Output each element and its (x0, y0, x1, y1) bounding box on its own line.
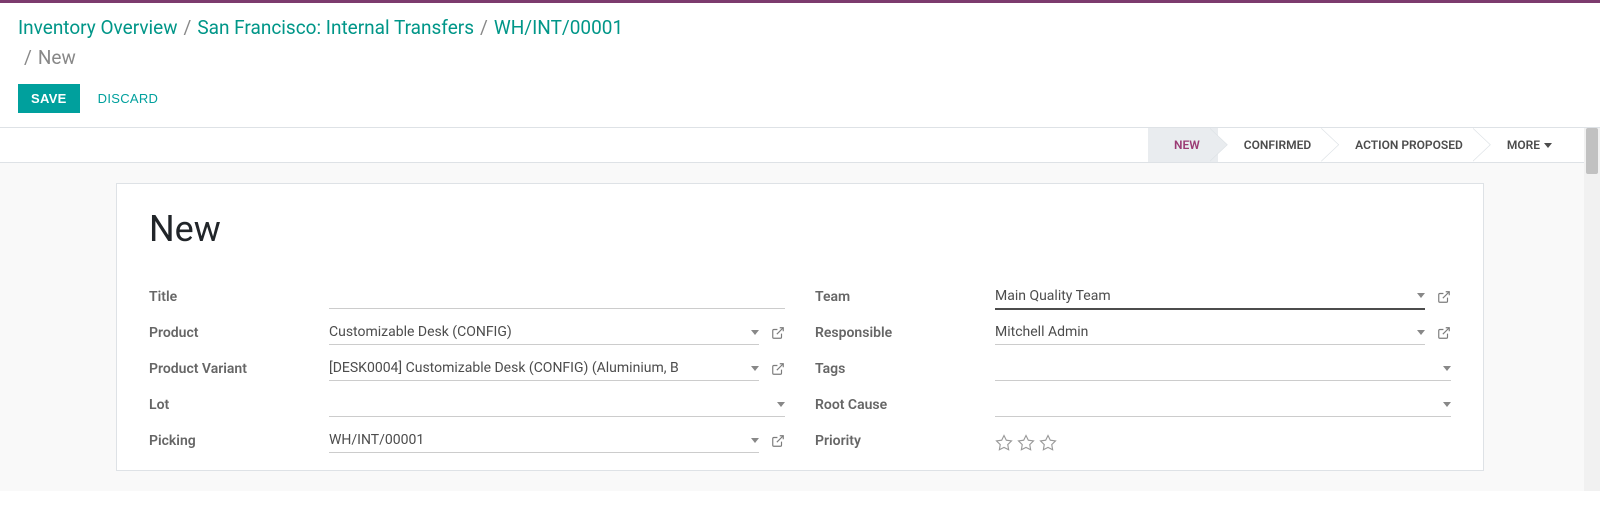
chevron-down-icon[interactable] (1417, 330, 1425, 335)
field-lot[interactable] (329, 392, 785, 417)
input-lot[interactable] (329, 396, 771, 412)
field-responsible[interactable] (995, 320, 1425, 345)
input-tags[interactable] (995, 360, 1437, 376)
row-product: Product (149, 316, 785, 350)
label-team: Team (815, 289, 995, 305)
scrollbar-thumb[interactable] (1586, 128, 1598, 174)
external-link-icon[interactable] (1437, 326, 1451, 340)
input-root-cause[interactable] (995, 396, 1437, 412)
external-link-icon[interactable] (771, 362, 785, 376)
input-variant[interactable] (329, 360, 745, 376)
field-variant[interactable] (329, 356, 759, 381)
breadcrumb-current: New (38, 43, 76, 73)
label-root-cause: Root Cause (815, 397, 995, 413)
input-picking[interactable] (329, 432, 745, 448)
row-variant: Product Variant (149, 352, 785, 386)
field-picking[interactable] (329, 428, 759, 453)
breadcrumb-link-inventory[interactable]: Inventory Overview (18, 13, 178, 43)
chevron-down-icon (1544, 143, 1552, 148)
chevron-down-icon[interactable] (751, 330, 759, 335)
row-team: Team (815, 280, 1451, 314)
actions-row: SAVE DISCARD (0, 74, 1600, 127)
chevron-down-icon[interactable] (1443, 402, 1451, 407)
statusbar: NEW CONFIRMED ACTION PROPOSED MORE (0, 128, 1600, 163)
form-col-left: Title Product Product Va (149, 280, 785, 460)
external-link-icon[interactable] (771, 434, 785, 448)
status-new[interactable]: NEW (1148, 128, 1218, 162)
breadcrumb-link-whint[interactable]: WH/INT/00001 (494, 13, 623, 43)
input-responsible[interactable] (995, 324, 1411, 340)
label-picking: Picking (149, 433, 329, 449)
header: Inventory Overview / San Francisco: Inte… (0, 3, 1600, 74)
row-lot: Lot (149, 388, 785, 422)
star-icon[interactable] (1017, 434, 1035, 452)
chevron-down-icon[interactable] (751, 438, 759, 443)
field-title[interactable] (329, 284, 785, 309)
content-area: New Title Product (0, 163, 1600, 491)
chevron-down-icon[interactable] (751, 366, 759, 371)
chevron-down-icon[interactable] (1443, 366, 1451, 371)
label-tags: Tags (815, 361, 995, 377)
scrollbar[interactable] (1584, 128, 1600, 491)
save-button[interactable]: SAVE (18, 84, 80, 113)
external-link-icon[interactable] (771, 326, 785, 340)
breadcrumb-sep: / (480, 13, 488, 43)
star-icon[interactable] (1039, 434, 1057, 452)
input-title[interactable] (329, 288, 785, 304)
label-product: Product (149, 325, 329, 341)
label-priority: Priority (815, 433, 995, 449)
row-responsible: Responsible (815, 316, 1451, 350)
field-root-cause[interactable] (995, 392, 1451, 417)
status-more[interactable]: MORE (1481, 128, 1570, 162)
page-title: New (149, 208, 1451, 250)
label-responsible: Responsible (815, 325, 995, 341)
external-link-icon[interactable] (1437, 290, 1451, 304)
breadcrumb-sep: / (184, 13, 192, 43)
row-tags: Tags (815, 352, 1451, 386)
field-tags[interactable] (995, 356, 1451, 381)
chevron-down-icon[interactable] (777, 402, 785, 407)
input-team[interactable] (995, 288, 1411, 304)
status-confirmed[interactable]: CONFIRMED (1218, 128, 1329, 162)
row-picking: Picking (149, 424, 785, 458)
status-more-label: MORE (1507, 138, 1540, 152)
label-title: Title (149, 289, 329, 305)
breadcrumb-sep: / (24, 43, 32, 73)
form-col-right: Team Responsible (815, 280, 1451, 460)
row-priority: Priority (815, 424, 1451, 458)
chevron-down-icon[interactable] (1417, 293, 1425, 298)
breadcrumb: Inventory Overview / San Francisco: Inte… (18, 13, 1582, 74)
row-title: Title (149, 280, 785, 314)
discard-button[interactable]: DISCARD (98, 91, 159, 106)
priority-stars (995, 430, 1057, 452)
field-product[interactable] (329, 320, 759, 345)
breadcrumb-link-transfers[interactable]: San Francisco: Internal Transfers (197, 13, 474, 43)
input-product[interactable] (329, 324, 745, 340)
label-lot: Lot (149, 397, 329, 413)
label-variant: Product Variant (149, 361, 329, 377)
star-icon[interactable] (995, 434, 1013, 452)
form-sheet: New Title Product (116, 183, 1484, 471)
status-action-proposed[interactable]: ACTION PROPOSED (1329, 128, 1481, 162)
form-grid: Title Product Product Va (149, 280, 1451, 460)
field-team[interactable] (995, 284, 1425, 310)
row-root-cause: Root Cause (815, 388, 1451, 422)
